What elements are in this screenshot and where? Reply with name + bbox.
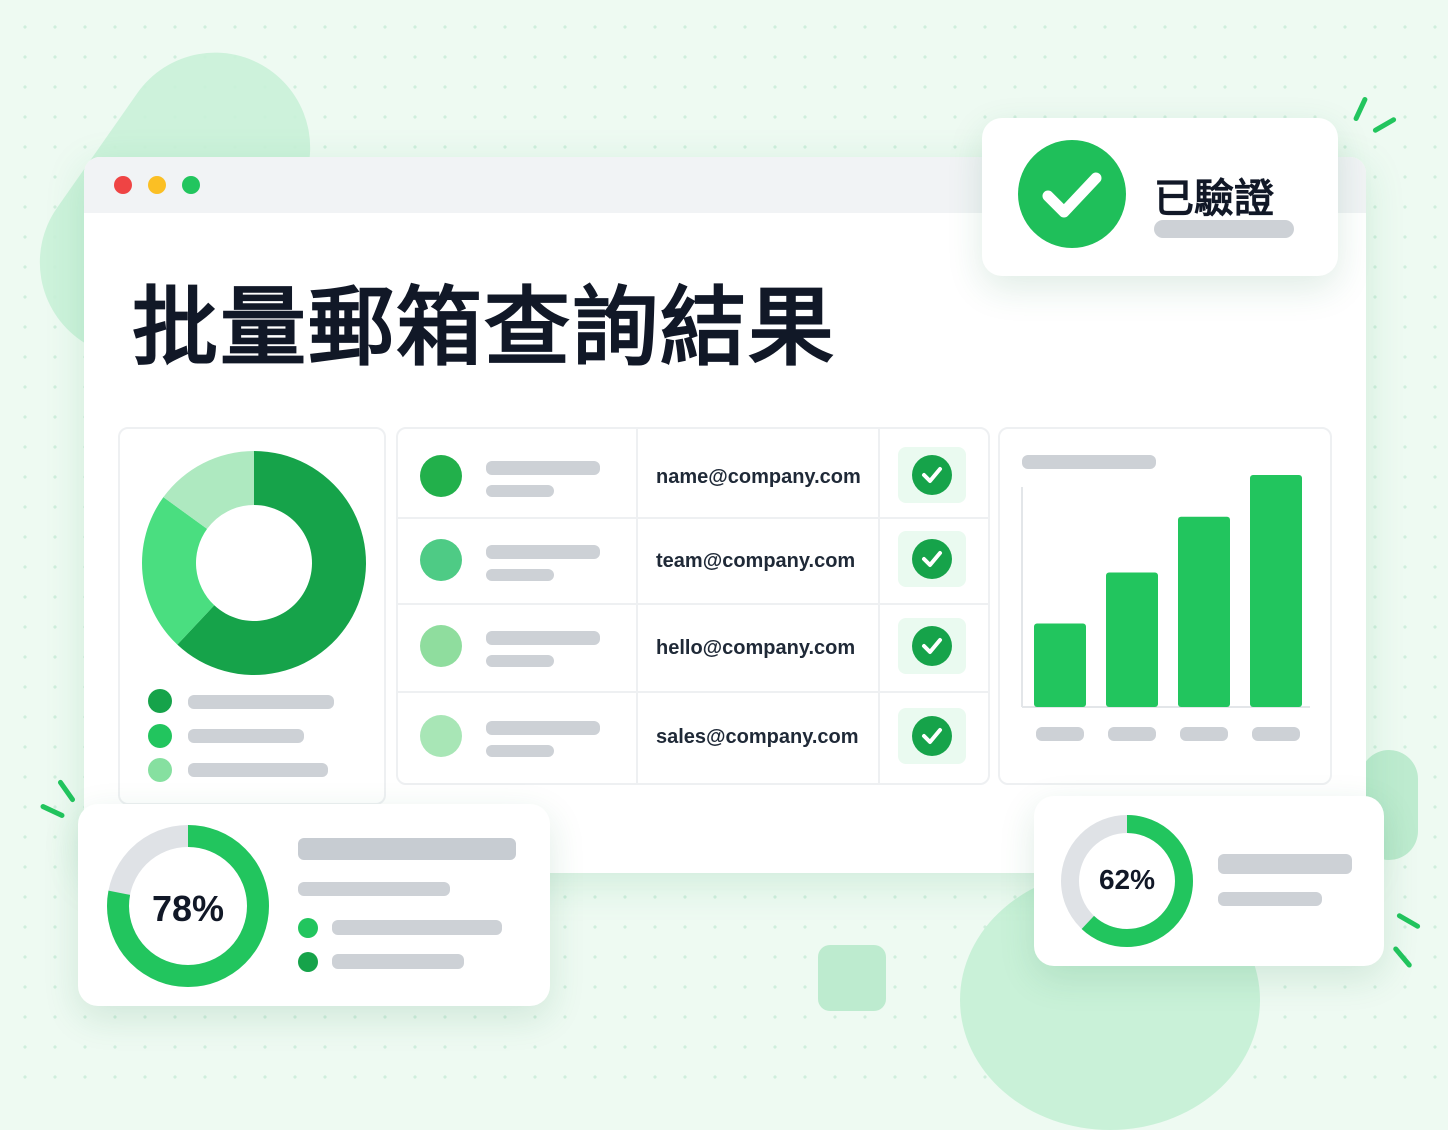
donut-chart-card <box>118 427 386 805</box>
bar <box>1106 572 1158 707</box>
legend-label-placeholder <box>332 954 464 969</box>
percent-value: 62% <box>1098 864 1156 895</box>
legend-label-placeholder <box>188 695 334 709</box>
legend-label-placeholder <box>188 763 328 777</box>
meta-placeholder <box>486 485 554 497</box>
avatar <box>420 715 462 757</box>
table-row[interactable]: team@company.com <box>398 517 988 603</box>
badge-subtitle-placeholder <box>1154 220 1294 238</box>
table-row[interactable]: sales@company.com <box>398 691 988 781</box>
bar <box>1178 516 1230 707</box>
check-icon <box>912 455 952 495</box>
legend-swatch <box>298 918 318 938</box>
meta-placeholder <box>486 655 554 667</box>
verified-status <box>898 447 966 503</box>
verified-status <box>898 531 966 587</box>
avatar <box>420 539 462 581</box>
check-icon <box>912 539 952 579</box>
bar-chart <box>1021 475 1310 741</box>
legend-swatch <box>148 758 172 782</box>
verified-badge-card: 已驗證 <box>982 118 1338 276</box>
email-address: sales@company.com <box>656 726 859 748</box>
x-tick-label-placeholder <box>1252 727 1300 741</box>
stat-title-placeholder <box>298 838 516 860</box>
legend-label-placeholder <box>188 729 304 743</box>
name-placeholder <box>486 721 600 735</box>
donut-chart <box>142 451 366 675</box>
avatar <box>420 625 462 667</box>
check-circle-icon <box>1018 140 1126 248</box>
legend-label-placeholder <box>332 920 502 935</box>
meta-placeholder <box>486 745 554 757</box>
verified-label: 已驗證 <box>1154 176 1274 222</box>
email-address: hello@company.com <box>656 637 856 659</box>
x-tick-label-placeholder <box>1108 727 1156 741</box>
bar <box>1250 475 1302 707</box>
table-row[interactable]: hello@company.com <box>398 603 988 691</box>
legend-swatch <box>298 952 318 972</box>
bar <box>1034 623 1086 707</box>
email-results-table: name@company.com team@company.com hello@… <box>396 427 990 785</box>
verified-status <box>898 708 966 764</box>
chart-title-placeholder <box>1022 455 1156 469</box>
page-title: 批量郵箱查詢結果 <box>132 278 836 378</box>
check-icon <box>912 716 952 756</box>
check-icon <box>912 626 952 666</box>
stat-card-78: 78% <box>78 804 550 1006</box>
avatar <box>420 455 462 497</box>
decorative-square <box>818 945 886 1011</box>
stat-subtitle-placeholder <box>298 882 450 896</box>
bar-chart-card <box>998 427 1332 785</box>
name-placeholder <box>486 545 600 559</box>
legend-swatch <box>148 689 172 713</box>
stat-card-62: 62% <box>1034 796 1384 966</box>
table-row[interactable]: name@company.com <box>398 429 988 517</box>
x-tick-label-placeholder <box>1180 727 1228 741</box>
stat-subtitle-placeholder <box>1218 892 1322 906</box>
name-placeholder <box>486 461 600 475</box>
x-tick-label-placeholder <box>1036 727 1084 741</box>
verified-status <box>898 618 966 674</box>
legend-swatch <box>148 724 172 748</box>
name-placeholder <box>486 631 600 645</box>
email-address: team@company.com <box>656 550 856 572</box>
minimize-window-button[interactable] <box>148 176 166 194</box>
maximize-window-button[interactable] <box>182 176 200 194</box>
percent-value: 78% <box>151 888 225 929</box>
email-address: name@company.com <box>656 466 861 488</box>
meta-placeholder <box>486 569 554 581</box>
close-window-button[interactable] <box>114 176 132 194</box>
stat-title-placeholder <box>1218 854 1352 874</box>
